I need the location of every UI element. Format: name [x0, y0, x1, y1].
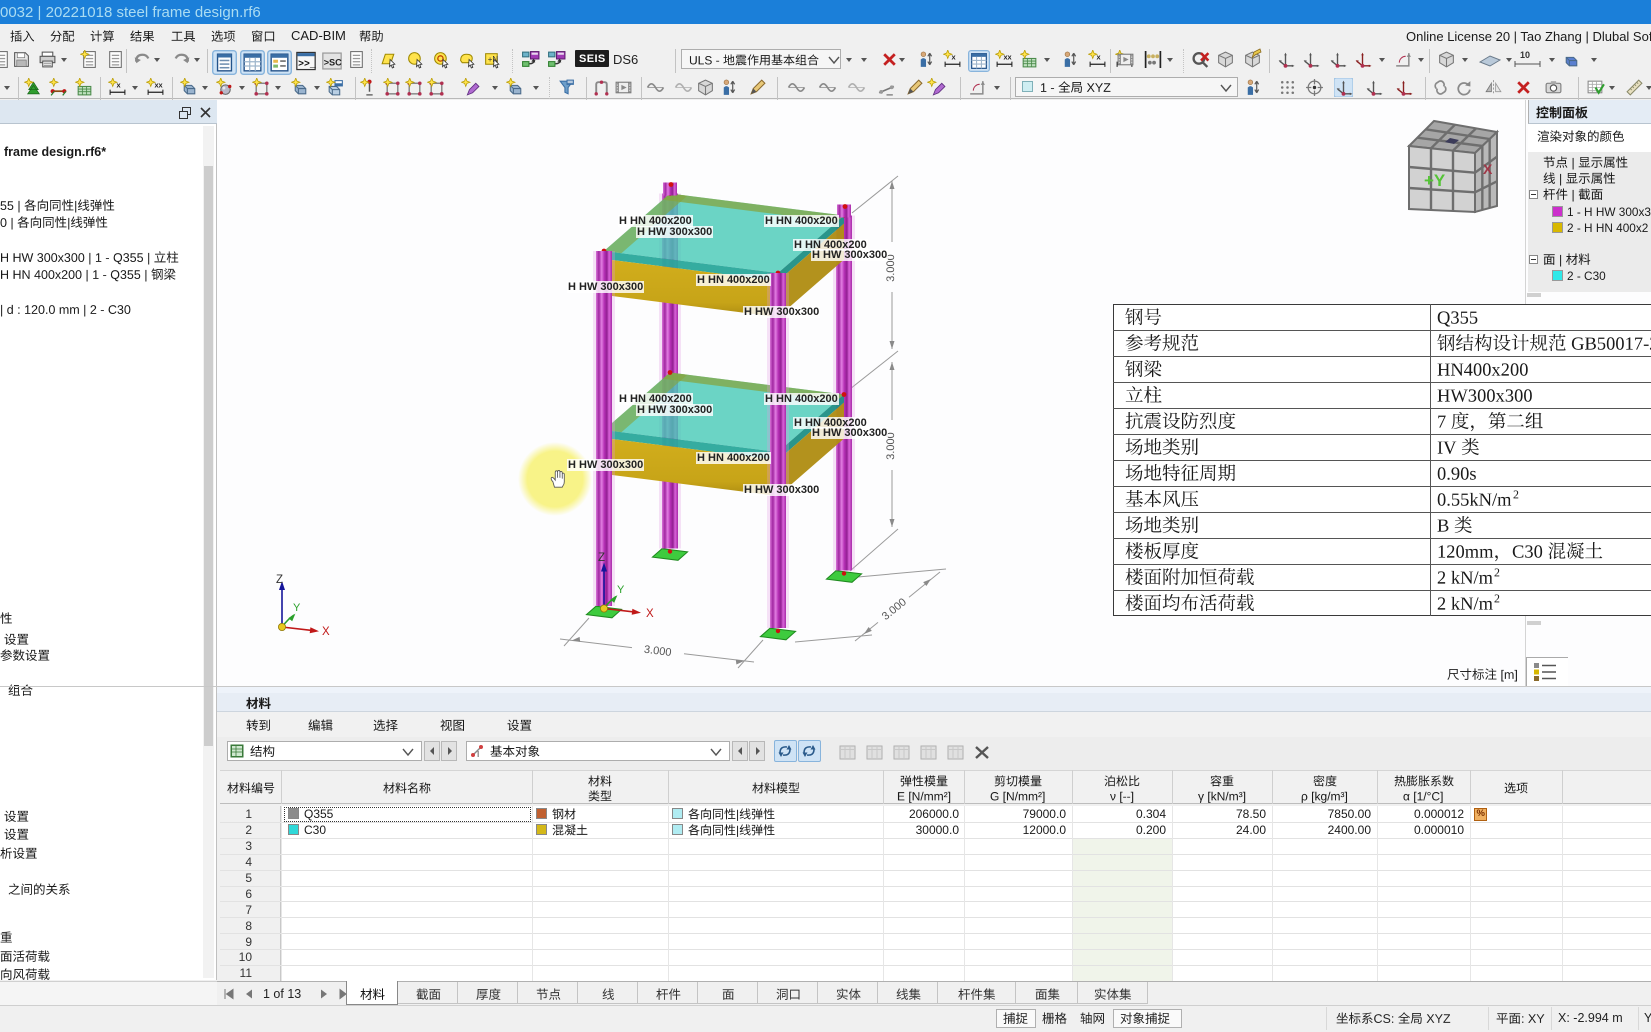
svg-text:xx: xx [1003, 53, 1012, 62]
svg-text:+Y: +Y [1424, 171, 1446, 190]
svg-text:>>_: >>_ [298, 59, 316, 70]
svg-text:x: x [951, 53, 956, 62]
svg-text:xx: xx [154, 81, 163, 90]
svg-text:I: I [477, 750, 479, 758]
svg-text:>SC: >SC [324, 57, 342, 67]
svg-text:x: x [1096, 53, 1101, 62]
svg-text:X: X [1483, 161, 1493, 177]
svg-text:x: x [116, 81, 121, 90]
